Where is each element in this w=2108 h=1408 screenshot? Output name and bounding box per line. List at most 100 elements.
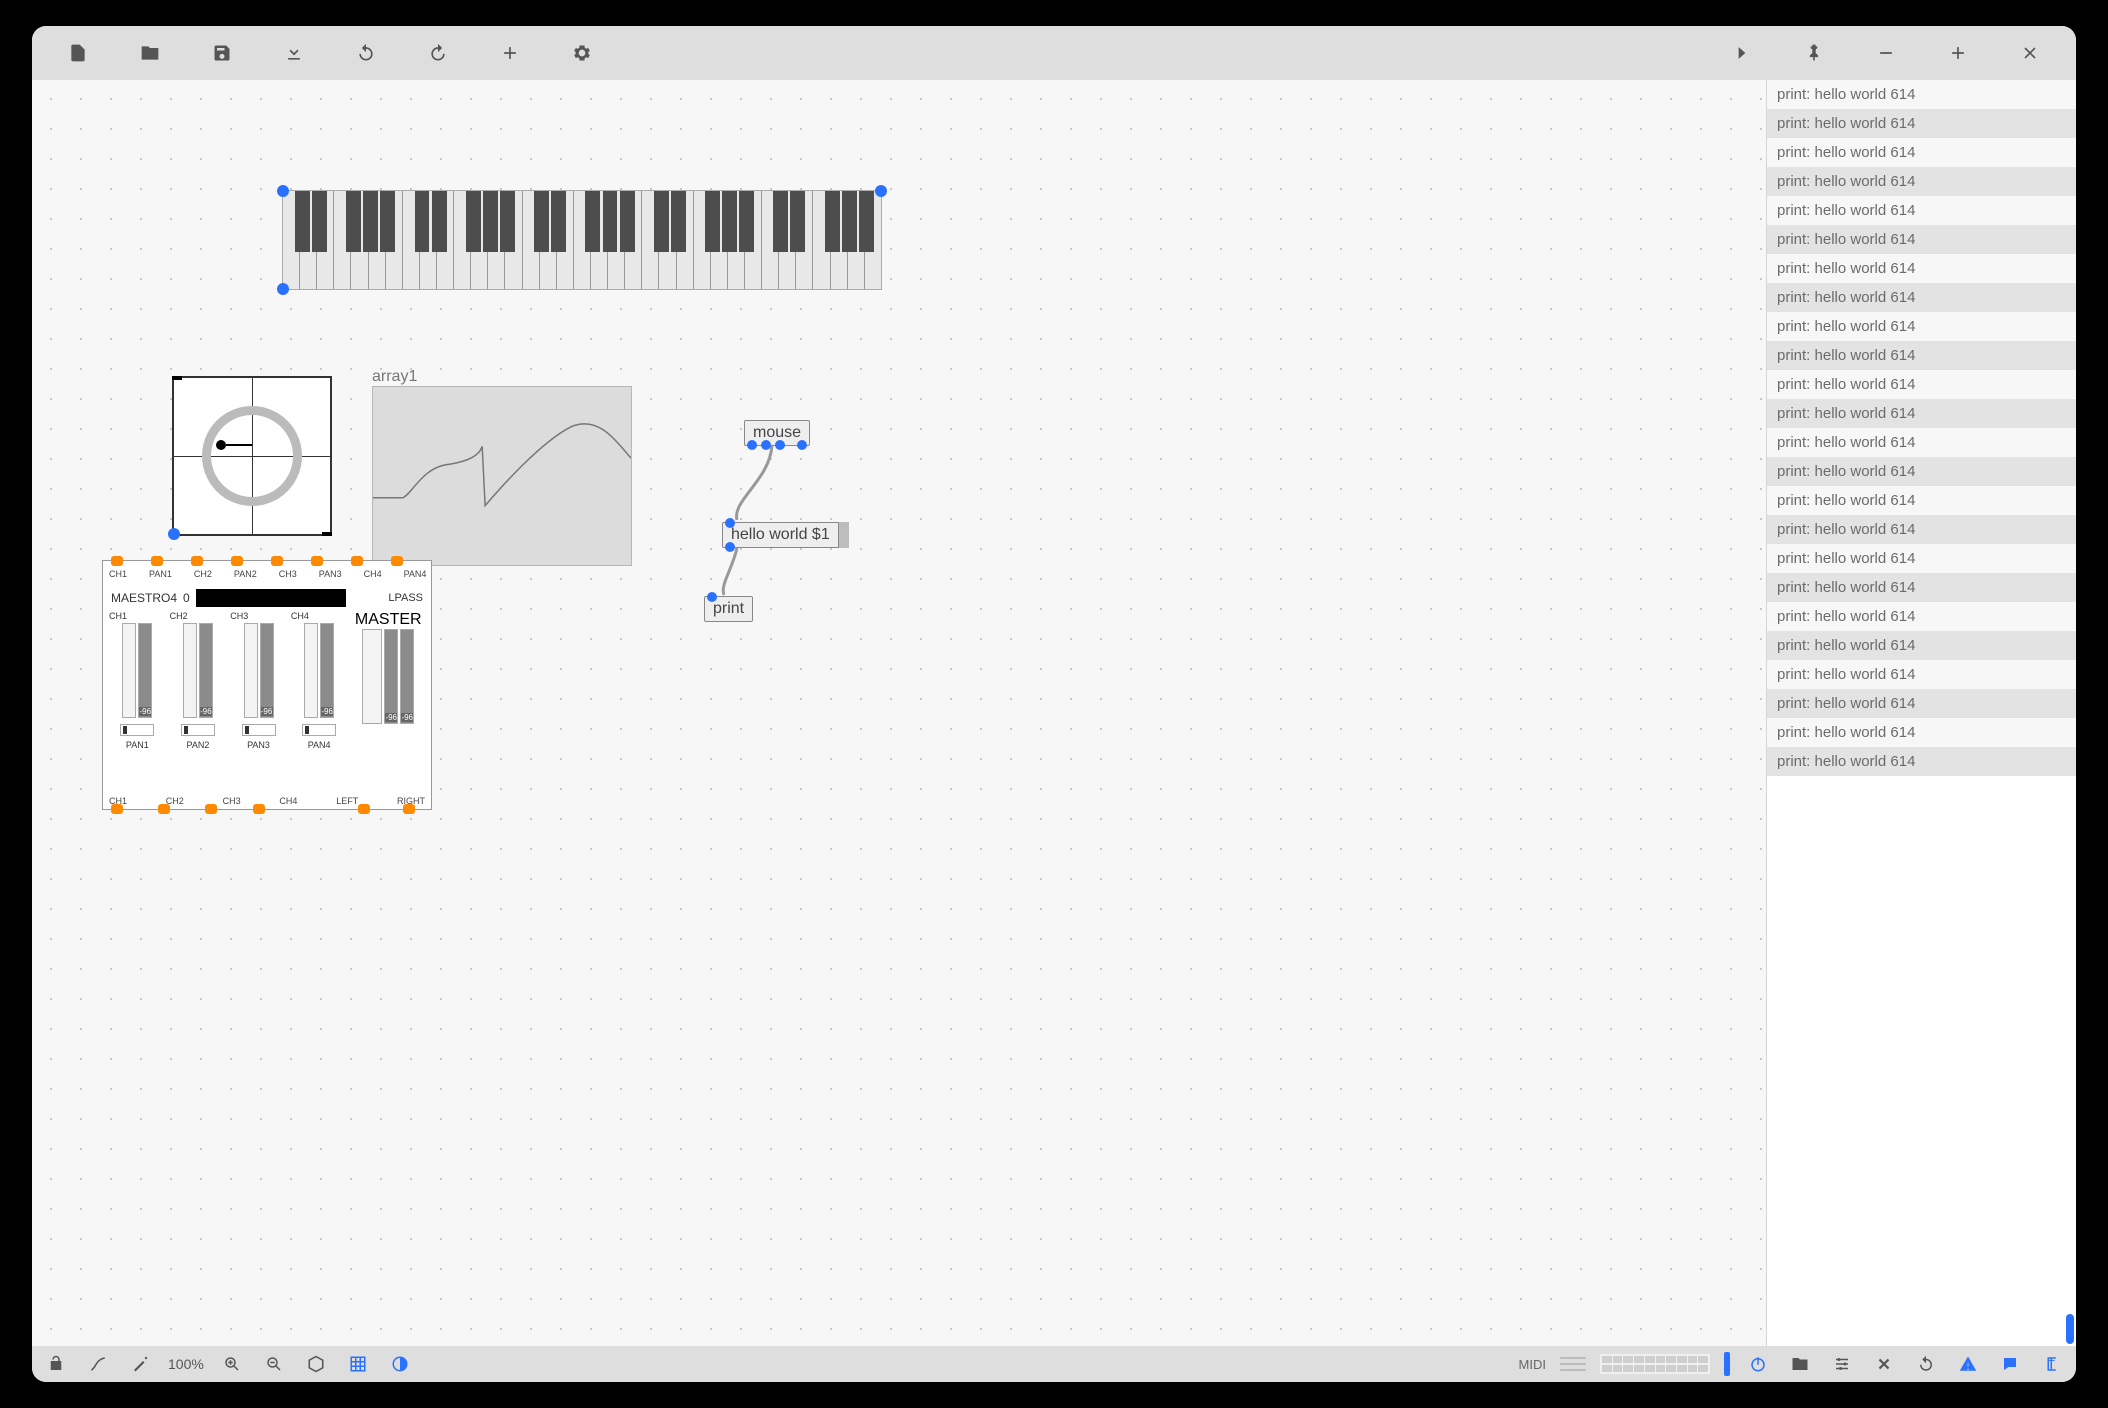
black-key[interactable] (346, 191, 361, 252)
print-object[interactable]: print (704, 596, 753, 622)
zoom-out-icon[interactable] (260, 1350, 288, 1378)
selection-handle[interactable] (277, 185, 289, 197)
mixer-inlet[interactable] (191, 556, 203, 566)
channel-label: CH3 (230, 611, 248, 621)
console-row: print: hello world 614 (1767, 660, 2076, 689)
comment-icon[interactable] (1996, 1350, 2024, 1378)
settings-button[interactable] (546, 26, 618, 80)
fader[interactable] (244, 623, 258, 718)
mixer-inlet[interactable] (351, 556, 363, 566)
patch-canvas[interactable]: array1 mouse hello world $1 (32, 80, 1766, 1346)
pan-label: PAN1 (126, 740, 149, 750)
black-key[interactable] (739, 191, 754, 252)
black-key[interactable] (295, 191, 310, 252)
black-key[interactable] (415, 191, 430, 252)
black-key[interactable] (312, 191, 327, 252)
vu-meter (1600, 1354, 1710, 1374)
contrast-icon[interactable] (386, 1350, 414, 1378)
close-button[interactable] (1994, 26, 2066, 80)
pan-box[interactable] (120, 724, 154, 736)
selection-handle[interactable] (875, 185, 887, 197)
black-key[interactable] (534, 191, 549, 252)
line-tool-icon[interactable] (84, 1350, 112, 1378)
pan-label: PAN3 (247, 740, 270, 750)
fader[interactable] (183, 623, 197, 718)
black-key[interactable] (363, 191, 378, 252)
text-cursor-icon[interactable]: T (2038, 1350, 2066, 1378)
maximize-button[interactable] (1922, 26, 1994, 80)
pan-box[interactable] (242, 724, 276, 736)
black-key[interactable] (432, 191, 447, 252)
mixer-outlet[interactable] (111, 804, 123, 814)
undo-button[interactable] (330, 26, 402, 80)
mixer-inlet[interactable] (391, 556, 403, 566)
black-key[interactable] (500, 191, 515, 252)
xy-scope[interactable] (172, 376, 332, 536)
pan-box[interactable] (181, 724, 215, 736)
piano-keyboard[interactable] (282, 190, 882, 290)
grid-icon[interactable] (344, 1350, 372, 1378)
fader[interactable] (362, 629, 382, 724)
mixer-outlet[interactable] (253, 804, 265, 814)
new-file-button[interactable] (42, 26, 114, 80)
lock-icon[interactable] (42, 1350, 70, 1378)
zoom-level: 100% (168, 1356, 204, 1372)
black-key[interactable] (773, 191, 788, 252)
mixer-inlet[interactable] (151, 556, 163, 566)
mixer-outlet[interactable] (158, 804, 170, 814)
fader[interactable] (304, 623, 318, 718)
mixer-port-label: PAN4 (404, 569, 427, 579)
meter: -96 (384, 629, 398, 724)
chevron-right-button[interactable] (1706, 26, 1778, 80)
black-key[interactable] (585, 191, 600, 252)
pan-box[interactable] (302, 724, 336, 736)
power-icon[interactable] (1744, 1350, 1772, 1378)
mixer-outlet[interactable] (358, 804, 370, 814)
redo-button[interactable] (402, 26, 474, 80)
selection-handle[interactable] (277, 283, 289, 295)
open-folder-button[interactable] (114, 26, 186, 80)
mixer-inlet[interactable] (111, 556, 123, 566)
volume-handle[interactable] (1724, 1352, 1730, 1376)
minimize-button[interactable] (1850, 26, 1922, 80)
black-key[interactable] (466, 191, 481, 252)
clear-icon[interactable] (1870, 1350, 1898, 1378)
mixer-inlet[interactable] (311, 556, 323, 566)
mouse-object[interactable]: mouse (744, 420, 810, 446)
black-key[interactable] (790, 191, 805, 252)
mixer-filter: LPASS (388, 592, 423, 604)
message-box[interactable]: hello world $1 (722, 522, 849, 548)
black-key[interactable] (603, 191, 618, 252)
mixer-panel[interactable]: CH1PAN1CH2PAN2CH3PAN3CH4PAN4 MAESTRO4 0 … (102, 560, 432, 810)
black-key[interactable] (859, 191, 874, 252)
folder-icon[interactable] (1786, 1350, 1814, 1378)
zoom-in-icon[interactable] (218, 1350, 246, 1378)
black-key[interactable] (825, 191, 840, 252)
download-button[interactable] (258, 26, 330, 80)
wand-icon[interactable] (126, 1350, 154, 1378)
add-button[interactable] (474, 26, 546, 80)
fader[interactable] (122, 623, 136, 718)
black-key[interactable] (380, 191, 395, 252)
black-key[interactable] (551, 191, 566, 252)
mixer-inlet[interactable] (271, 556, 283, 566)
black-key[interactable] (722, 191, 737, 252)
reload-icon[interactable] (1912, 1350, 1940, 1378)
sliders-icon[interactable] (1828, 1350, 1856, 1378)
save-button[interactable] (186, 26, 258, 80)
mixer-outlet[interactable] (205, 804, 217, 814)
mixer-outlet[interactable] (403, 804, 415, 814)
array-graph[interactable] (372, 386, 632, 566)
black-key[interactable] (671, 191, 686, 252)
scrollbar-thumb[interactable] (2066, 1314, 2074, 1344)
pin-button[interactable] (1778, 26, 1850, 80)
black-key[interactable] (842, 191, 857, 252)
black-key[interactable] (705, 191, 720, 252)
mixer-inlet[interactable] (231, 556, 243, 566)
black-key[interactable] (620, 191, 635, 252)
warning-icon[interactable] (1954, 1350, 1982, 1378)
package-icon[interactable] (302, 1350, 330, 1378)
selection-handle[interactable] (168, 528, 180, 540)
black-key[interactable] (483, 191, 498, 252)
black-key[interactable] (654, 191, 669, 252)
